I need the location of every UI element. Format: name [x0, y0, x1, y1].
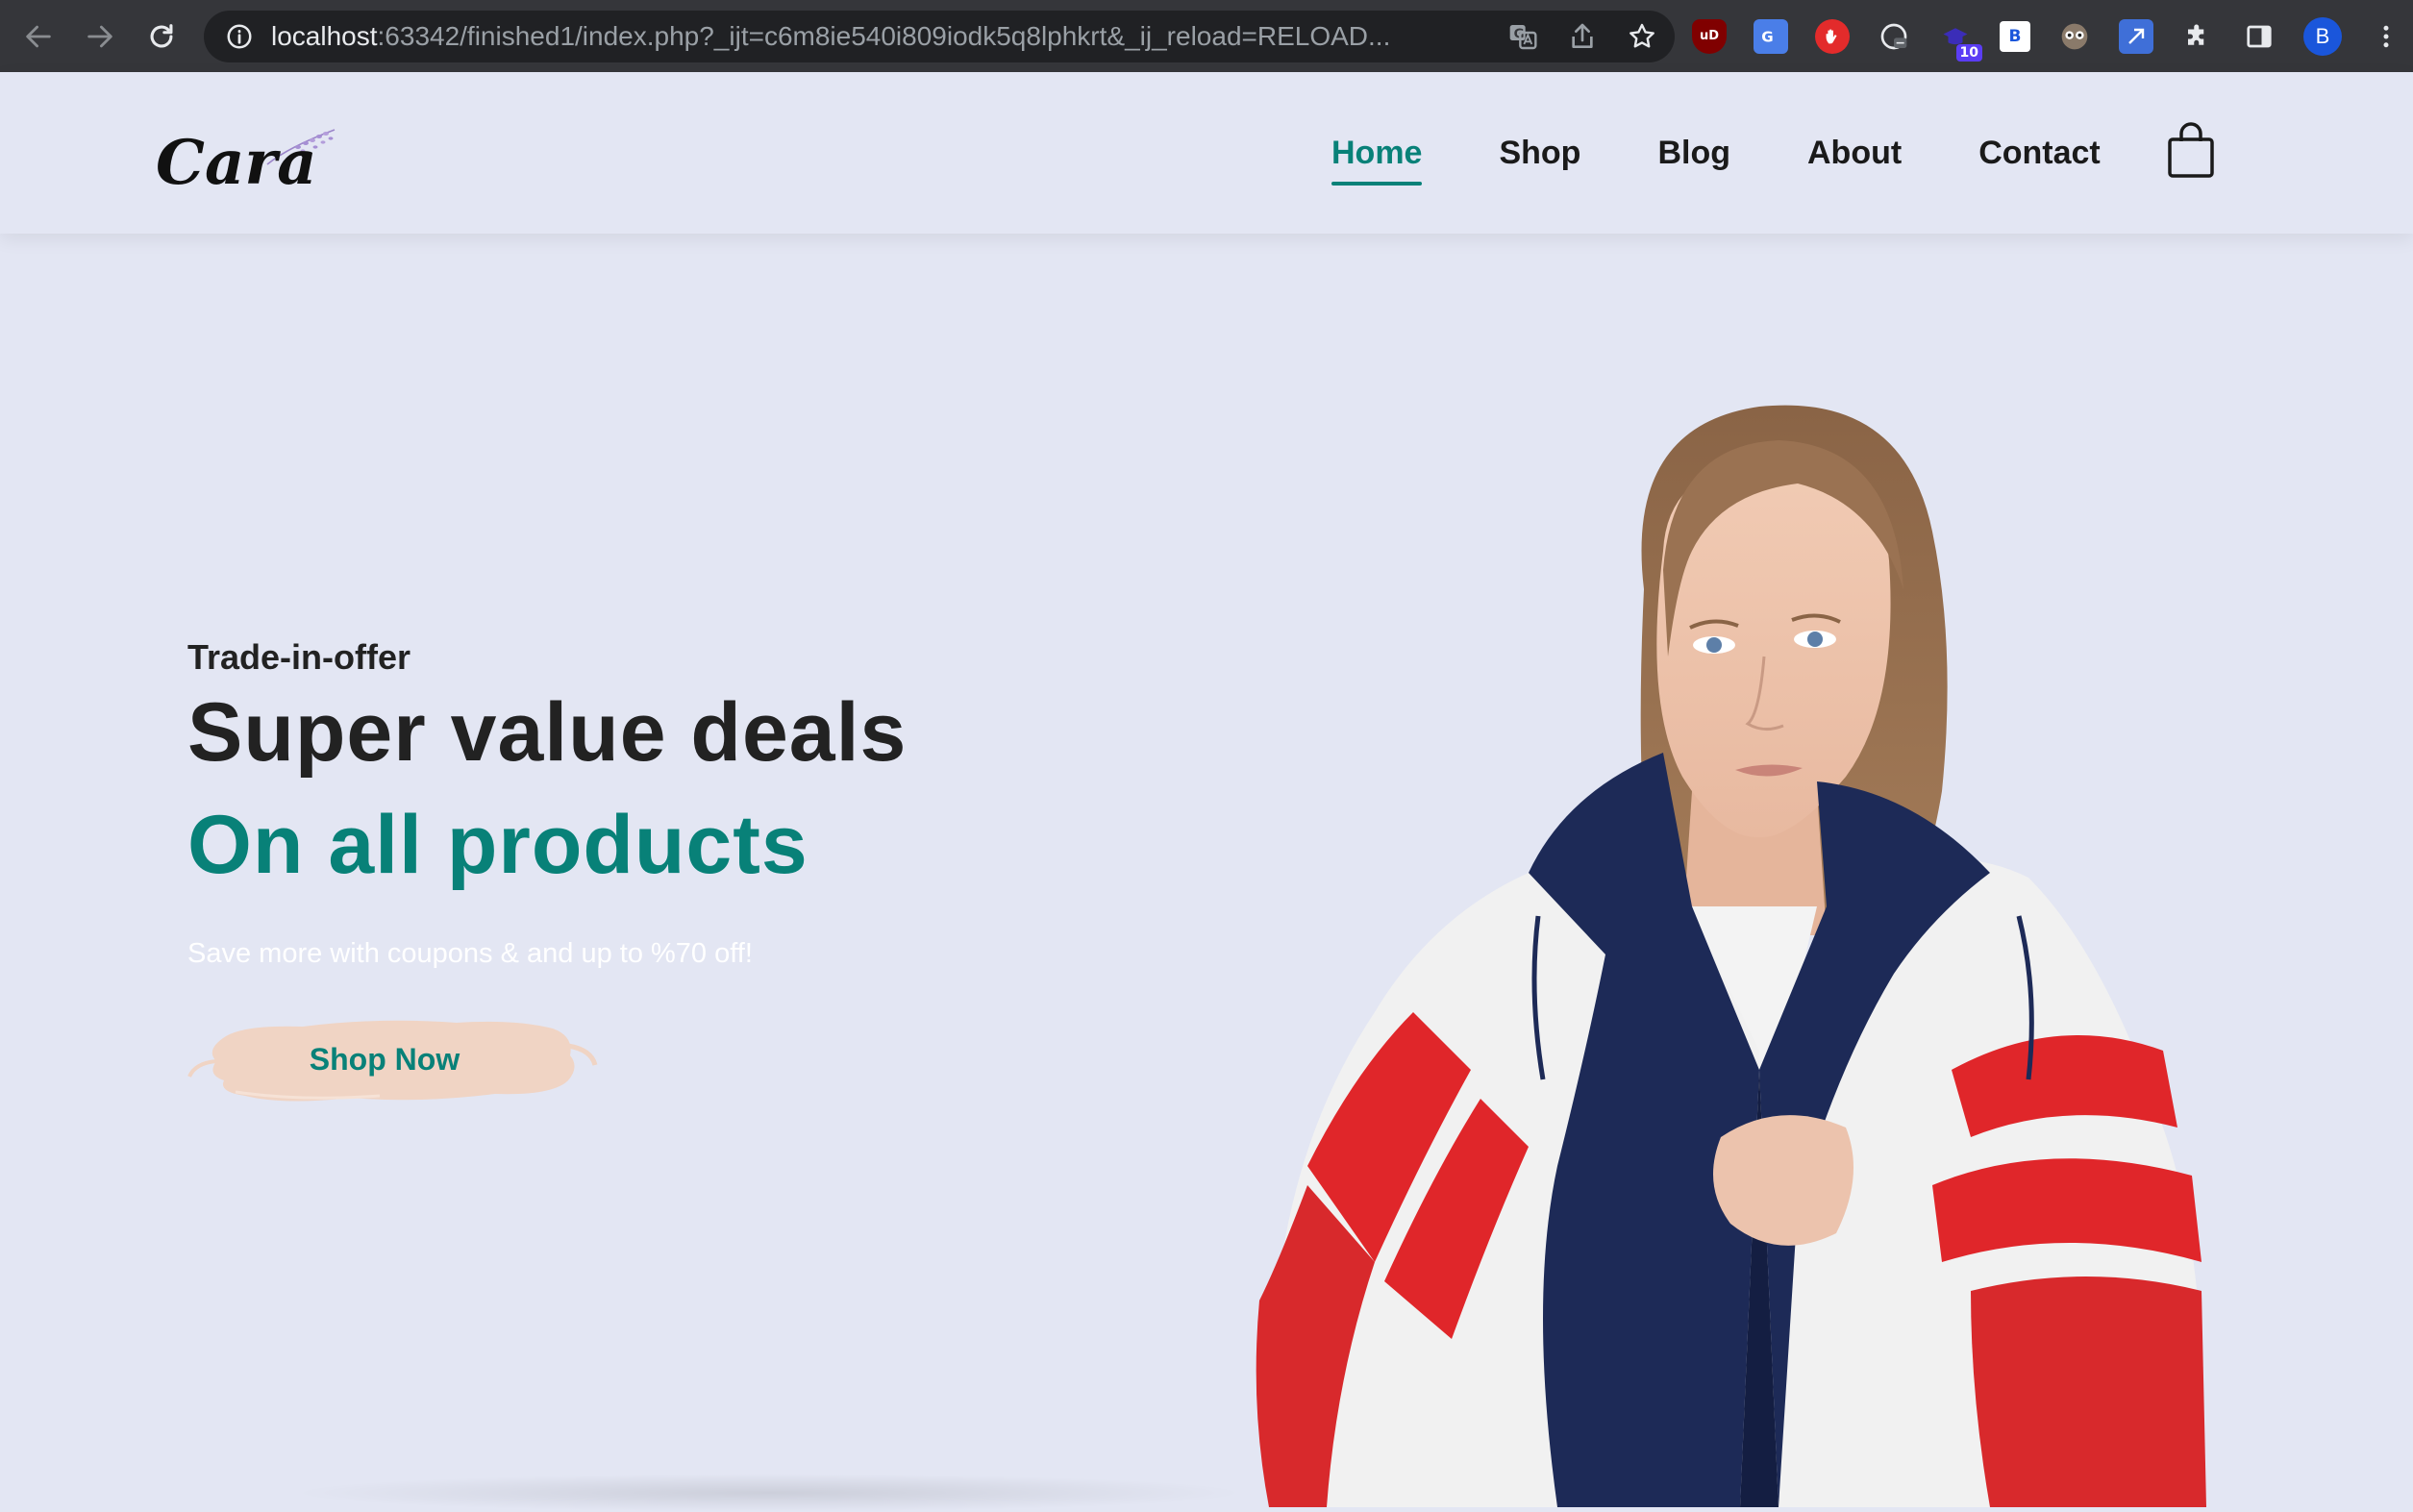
browser-menu-button[interactable] — [2369, 19, 2403, 54]
site-logo[interactable]: Cara — [154, 109, 346, 205]
profile-avatar[interactable]: B — [2303, 16, 2342, 56]
puzzle-icon — [2188, 24, 2204, 45]
cara-logo-image: Cara — [156, 127, 336, 199]
hero-tagline: Save more with coupons & and up to %70 o… — [187, 938, 753, 969]
url-path: :63342/finished1/index.php?_ijt=c6m8ie54… — [377, 21, 1391, 51]
kebab-menu-icon — [2383, 25, 2389, 47]
logo-wordmark: Cara — [156, 127, 317, 199]
arrow-right-icon — [87, 25, 112, 47]
translate-glyph-icon: G — [1761, 28, 1773, 45]
arrow-left-icon — [26, 25, 51, 47]
hero-model-image — [1256, 405, 2206, 1507]
ublock-extension-icon[interactable]: uD — [1692, 18, 1727, 54]
puzzle-app-extension-icon[interactable] — [2119, 18, 2153, 54]
info-icon[interactable] — [225, 22, 254, 51]
nav-link-blog[interactable]: Blog — [1657, 135, 1730, 172]
hero-headline: Super value deals — [187, 686, 908, 779]
google-translate-extension-icon[interactable]: G — [1754, 18, 1788, 54]
hero-eyebrow: Trade-in-offer — [187, 637, 411, 677]
nav-link-contact[interactable]: Contact — [1978, 135, 2101, 172]
owl-icon — [2061, 23, 2088, 49]
reload-button[interactable] — [131, 0, 192, 72]
browser-toolbar: localhost:63342/finished1/index.php?_ijt… — [0, 0, 2413, 72]
side-panel-icon — [2247, 25, 2272, 47]
b-extension-icon[interactable]: B — [2000, 20, 2030, 52]
colorpick-extension-icon[interactable] — [1877, 19, 1911, 54]
url-text[interactable]: localhost:63342/finished1/index.php?_ijt… — [271, 21, 1492, 52]
reload-icon — [150, 23, 173, 47]
share-icon[interactable] — [1567, 21, 1598, 52]
b-extension-label: B — [2008, 26, 2022, 46]
side-panel-button[interactable] — [2242, 19, 2276, 54]
owl-extension-icon[interactable] — [2057, 19, 2092, 54]
shop-now-button[interactable]: Shop Now — [187, 1007, 601, 1111]
back-button[interactable] — [8, 0, 69, 72]
svg-text:G: G — [1761, 28, 1773, 45]
badge-extension-icon[interactable]: 10 — [1938, 19, 1982, 62]
hero-subheadline: On all products — [187, 799, 808, 891]
hero-section: Trade-in-offer Super value deals On all … — [0, 234, 2413, 1512]
ublock-label: uD — [1699, 29, 1720, 43]
eyedropper-icon — [1880, 23, 1907, 49]
cart-button[interactable] — [2166, 122, 2216, 180]
forward-button[interactable] — [69, 0, 131, 72]
nav-link-about[interactable]: About — [1807, 135, 1902, 172]
profile-initial: B — [2315, 23, 2330, 48]
extensions-menu-button[interactable] — [2180, 19, 2215, 54]
site-header: Cara Home Shop Blog About Contact — [0, 72, 2413, 234]
star-icon[interactable] — [1627, 21, 1657, 52]
extension-badge-count: 10 — [1955, 43, 1982, 62]
address-bar[interactable]: localhost:63342/finished1/index.php?_ijt… — [204, 11, 1675, 62]
hand-icon — [1826, 29, 1837, 43]
shopping-bag-icon — [2168, 122, 2214, 178]
translate-icon[interactable]: G — [1507, 21, 1538, 52]
arrow-app-icon — [2128, 28, 2145, 44]
nav-link-home[interactable]: Home — [1331, 135, 1423, 186]
nav-link-shop[interactable]: Shop — [1499, 135, 1580, 172]
shop-now-label: Shop Now — [309, 1041, 460, 1077]
footer-shadow — [288, 1474, 1250, 1512]
stop-hand-extension-icon[interactable] — [1815, 18, 1850, 54]
url-host: localhost — [271, 21, 378, 51]
main-navigation: Home Shop Blog About Contact — [1331, 72, 2177, 234]
